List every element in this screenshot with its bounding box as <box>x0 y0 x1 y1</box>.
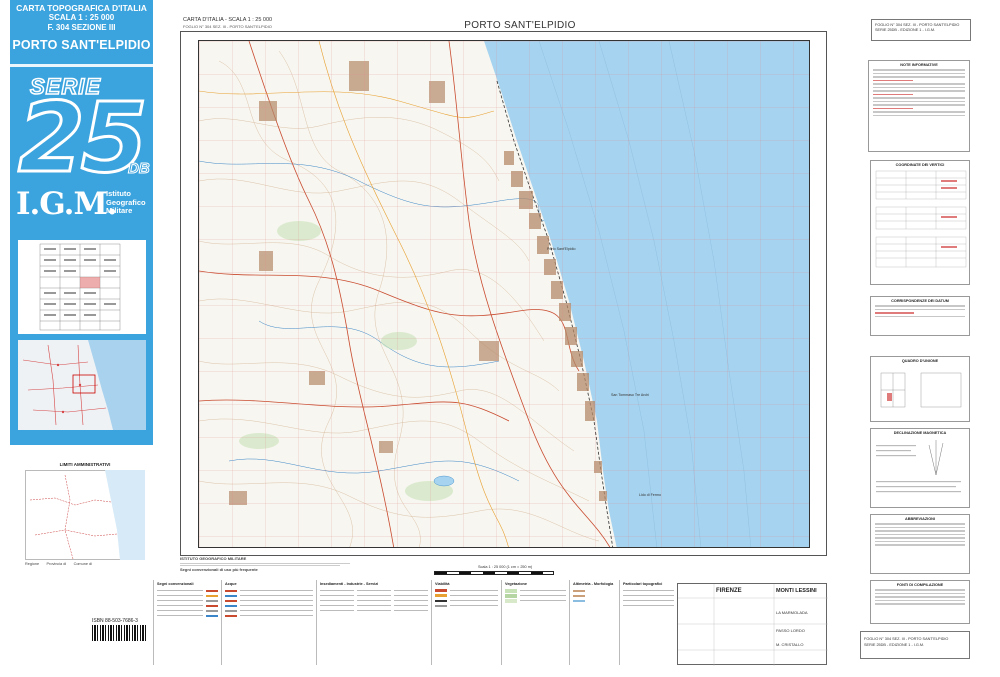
cover-divider <box>10 64 153 67</box>
admin-legend-region: Regione <box>25 562 40 566</box>
map-header-left: CARTA D'ITALIA - SCALA 1 : 25 000 FOGLIO… <box>183 17 272 30</box>
legend-col-acque: Acque <box>221 580 316 665</box>
cover-header-line1: CARTA TOPOGRAFICA D'ITALIA <box>16 3 147 13</box>
panel-title: CORRISPONDENZE DEI DATUM <box>891 299 949 303</box>
datum-panel: CORRISPONDENZE DEI DATUM <box>870 296 970 336</box>
legend-col-viabilita: Viabilità <box>431 580 501 665</box>
legend-col-altimetria: Altimetria - Morfologia <box>569 580 619 665</box>
serie-suffix: DB <box>128 160 151 178</box>
legend-col-title: Acque <box>225 582 237 586</box>
cover-header: CARTA TOPOGRAFICA D'ITALIA SCALA 1 : 25 … <box>10 0 153 33</box>
admin-limits-title: LIMITI AMMINISTRATIVI <box>59 462 111 467</box>
legend-col-insediamenti: Insediamenti - Industrie - Servizi <box>316 580 431 665</box>
declination-diagram <box>876 440 961 493</box>
barcode <box>92 625 147 641</box>
legend-col-particolari: Particolari topografici <box>619 580 677 665</box>
admin-limits-map: LIMITI AMMINISTRATIVI <box>25 462 145 560</box>
legend-col-title: Viabilità <box>435 582 450 586</box>
coordinate-panel: COORDINATE DEI VERTICI <box>870 160 970 285</box>
legend-col-title: Segni convenzionali <box>157 582 194 586</box>
admin-legend-comune: Comune di <box>73 562 92 566</box>
right-bottom-label: FOGLIO N° 304 SEZ. III - PORTO SANT'ELPI… <box>860 631 970 659</box>
legend-col-title: Altimetria - Morfologia <box>573 582 614 586</box>
map-notes: ISTITUTO GEOGRAFICO MILITARE Segni conve… <box>180 556 350 572</box>
admin-legend: Regione Provincia di Comune di <box>25 562 145 566</box>
right-bottom-line2: SERIE 25DB - EDIZIONE 1 - I.G.M. <box>864 643 925 647</box>
map-header-line2: FOGLIO N° 304 SEZ. III - PORTO SANT'ELPI… <box>183 23 272 29</box>
legend-col-title: Vegetazione <box>505 582 527 586</box>
place-label-san-tommaso: San Tommaso Tre Archi <box>611 393 650 397</box>
map-notes-title: ISTITUTO GEOGRAFICO MILITARE <box>180 556 247 561</box>
cover-header-line3: F. 304 SEZIONE III <box>47 23 116 32</box>
legend-col-title: Particolari topografici <box>623 582 663 586</box>
serie-number: 25 <box>17 82 150 194</box>
legend-col-title: Insediamenti - Industrie - Servizi <box>320 582 379 586</box>
cover-panel: CARTA TOPOGRAFICA D'ITALIA SCALA 1 : 25 … <box>10 0 153 445</box>
panel-title: NOTE INFORMATIVE <box>900 63 938 67</box>
legend-col-vegetazione: Vegetazione <box>501 580 569 665</box>
cover-header-line2: SCALA 1 : 25 000 <box>48 13 115 22</box>
abbreviazioni-panel: ABBREVIAZIONI <box>870 514 970 574</box>
place-label-porto-sant-elpidio: Porto Sant'Elpidio <box>547 247 576 251</box>
quadro-unione-panel: QUADRO D'UNIONE <box>870 356 970 422</box>
igm-subtitle: Istituto Geografico Militare <box>106 189 146 216</box>
igm-sub-line3: Militare <box>106 206 133 215</box>
map-header-line1: CARTA D'ITALIA - SCALA 1 : 25 000 <box>183 17 273 23</box>
scale-label: Scala 1 : 25 000 (1 cm = 250 m) <box>478 565 533 569</box>
sheet-index-grid <box>18 240 146 334</box>
inset-location-map <box>18 340 146 430</box>
map-legend-title: Segni convenzionali di uso più frequente <box>180 566 258 572</box>
right-top-label: FOGLIO N° 304 SEZ. III - PORTO SANT'ELPI… <box>871 19 971 41</box>
cover-title: PORTO SANT'ELPIDIO <box>12 38 151 52</box>
igm-logo: I.G.M. <box>16 186 118 222</box>
panel-title: FONTI DI COMPILAZIONE <box>896 583 944 587</box>
fonti-panel: FONTI DI COMPILAZIONE <box>870 580 970 624</box>
note-informative-panel: NOTE INFORMATIVE <box>868 60 970 152</box>
map-title: PORTO SANT'ELPIDIO <box>464 20 576 31</box>
admin-legend-province: Provincia di <box>46 562 67 566</box>
panel-title: ABBREVIAZIONI <box>905 517 935 521</box>
topographic-map[interactable]: Porto Sant'Elpidio San Tommaso Tre Archi… <box>198 40 810 548</box>
place-label-lido-di-fermo: Lido di Fermo <box>639 493 661 497</box>
isbn-text: ISBN 88-503-7686-3 <box>92 618 138 624</box>
quadro-box: FIRENZE MONTI LESSINI LA MARMOLADA PASSO… <box>677 583 828 666</box>
scale-bar <box>434 571 554 575</box>
legend-col-segni: Segni convenzionali <box>153 580 221 665</box>
right-top-line2: SERIE 25DB - EDIZIONE 1 - I.G.M. <box>875 28 936 32</box>
declinazione-panel: DECLINAZIONE MAGNETICA <box>870 428 970 508</box>
